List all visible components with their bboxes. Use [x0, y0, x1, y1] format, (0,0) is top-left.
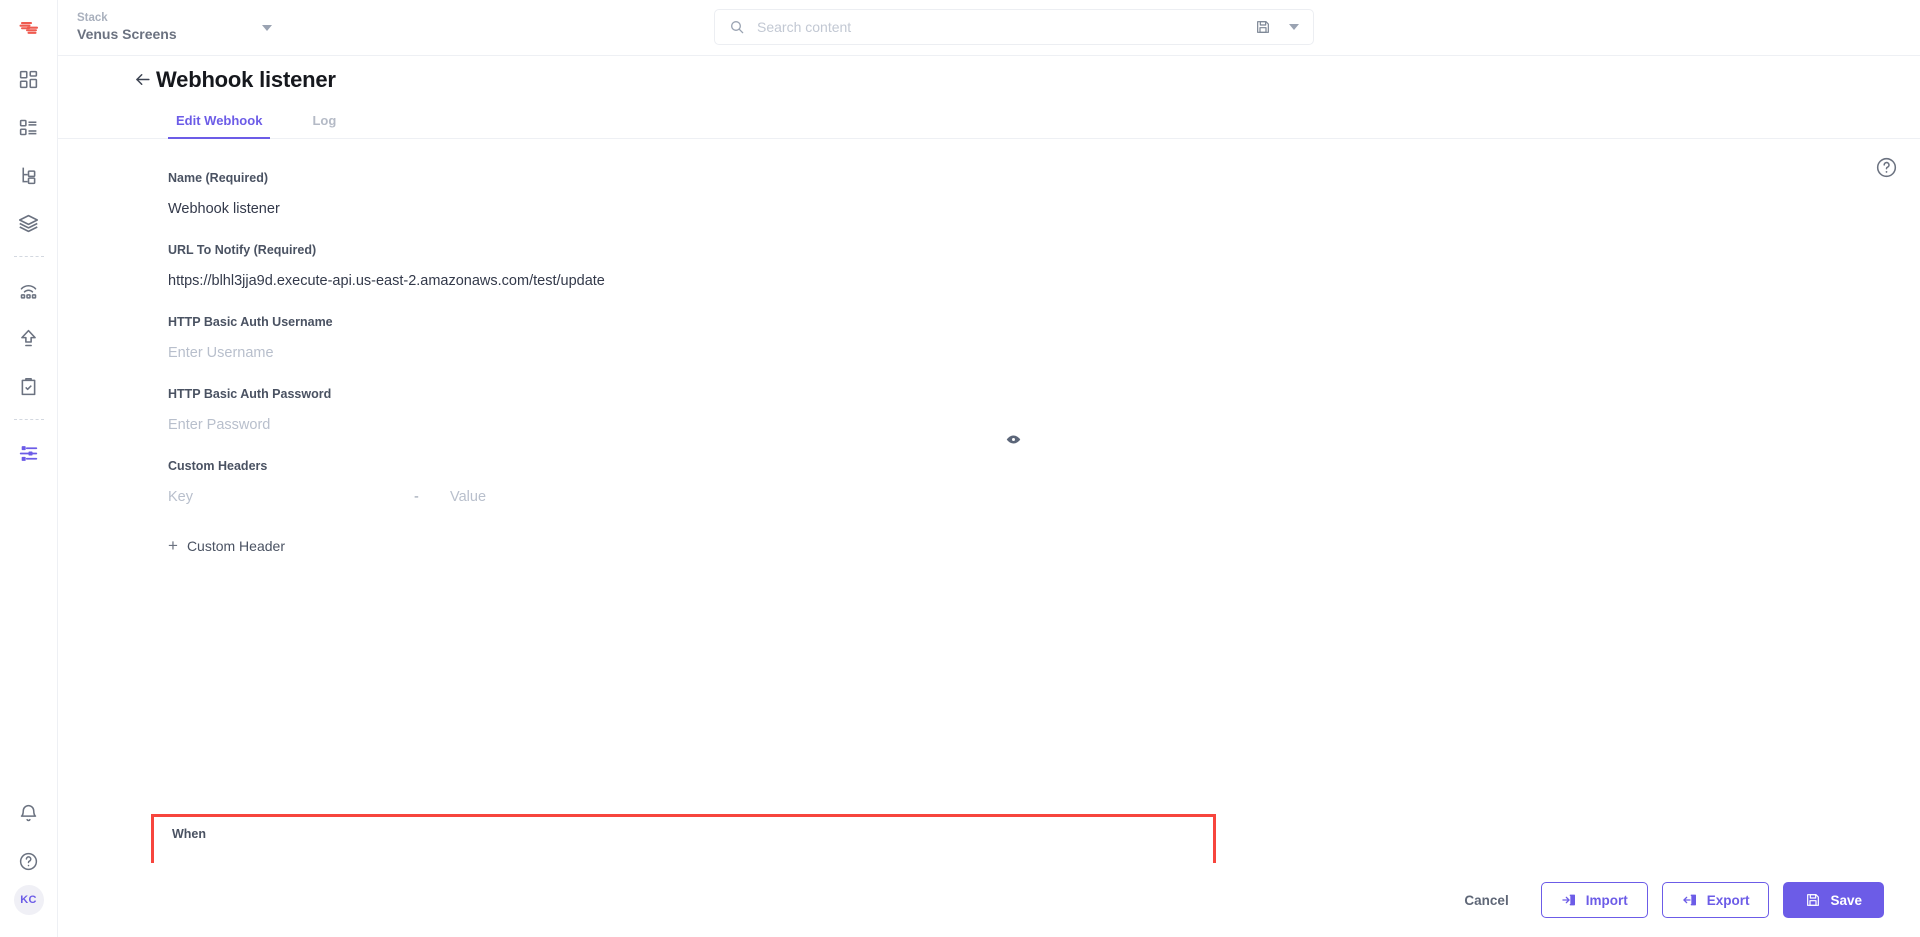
help-circle-icon	[19, 852, 38, 870]
password-input[interactable]: Enter Password	[168, 417, 1198, 433]
save-disk-icon	[1805, 892, 1821, 908]
custom-header-row: Key - Value	[168, 489, 1198, 505]
sidebar-item-content-types[interactable]	[9, 103, 49, 151]
import-button-label: Import	[1585, 892, 1628, 908]
stack-selector-text: Stack Venus Screens	[77, 11, 177, 44]
settings-sliders-icon	[19, 445, 38, 461]
url-input[interactable]: https://blhl3jja9d.execute-api.us-east-2…	[168, 273, 1198, 289]
field-name: Name (Required) Webhook listener	[168, 171, 1198, 217]
stack-name: Venus Screens	[77, 26, 177, 43]
sidebar-items	[0, 55, 57, 477]
main-column: Stack Venus Screens Search content Webho…	[58, 0, 1920, 937]
export-arrow-icon	[1682, 892, 1698, 908]
field-label-username: HTTP Basic Auth Username	[168, 315, 333, 329]
sidebar-divider-2	[13, 419, 44, 420]
add-custom-header-button[interactable]: + Custom Header	[168, 537, 285, 554]
page-title: Webhook listener	[156, 66, 336, 92]
contentstack-logo	[19, 21, 38, 34]
field-label-url: URL To Notify (Required)	[168, 243, 317, 257]
export-button[interactable]: Export	[1661, 882, 1770, 918]
custom-header-value-input[interactable]: Value	[450, 489, 486, 505]
stack-layers-icon	[18, 214, 39, 232]
help-button[interactable]	[9, 837, 49, 885]
add-custom-header-label: Custom Header	[186, 537, 285, 554]
when-label: When	[172, 827, 207, 841]
cancel-button[interactable]: Cancel	[1446, 882, 1526, 918]
field-username: HTTP Basic Auth Username Enter Username	[168, 315, 1198, 361]
page-header: Webhook listener	[58, 55, 1920, 103]
field-label-password: HTTP Basic Auth Password	[168, 387, 332, 401]
export-button-label: Export	[1706, 892, 1750, 908]
avatar[interactable]: KC	[13, 885, 44, 915]
sidebar-bottom: KC	[9, 789, 49, 937]
help-circle-icon[interactable]	[1875, 156, 1898, 179]
left-sidebar: KC	[0, 0, 58, 937]
logo-container[interactable]	[0, 0, 57, 55]
sidebar-item-releases[interactable]	[9, 266, 49, 314]
save-search-icon[interactable]	[1255, 19, 1271, 35]
top-bar: Stack Venus Screens	[58, 0, 1920, 55]
eye-icon[interactable]	[1005, 431, 1022, 448]
field-url: URL To Notify (Required) https://blhl3jj…	[168, 243, 1198, 289]
sidebar-item-workflows[interactable]	[9, 362, 49, 410]
custom-header-separator: -	[414, 489, 419, 505]
notifications-button[interactable]	[9, 789, 49, 837]
sidebar-item-taxonomy[interactable]	[9, 151, 49, 199]
field-label-custom-headers: Custom Headers	[168, 459, 268, 473]
field-custom-headers: Custom Headers Key - Value	[168, 459, 1198, 505]
search-icon	[729, 19, 745, 35]
footer-actions: Cancel Import Export Save	[58, 863, 1920, 937]
plus-icon: +	[168, 536, 178, 555]
caret-down-icon	[262, 25, 272, 32]
dashboard-icon	[19, 70, 38, 88]
content-types-icon	[19, 119, 37, 135]
releases-icon	[20, 284, 37, 299]
taxonomy-icon	[22, 167, 36, 184]
webhook-form: Name (Required) Webhook listener URL To …	[58, 139, 1920, 556]
tab-edit-webhook[interactable]: Edit Webhook	[168, 113, 271, 139]
tab-log[interactable]: Log	[304, 113, 344, 139]
app-root: KC Stack Venus Screens Search content We…	[0, 0, 1920, 937]
tab-bar: Edit Webhook Log	[58, 103, 1920, 139]
import-arrow-icon	[1561, 892, 1577, 908]
sidebar-item-settings[interactable]	[9, 429, 49, 477]
field-label-name: Name (Required)	[168, 171, 269, 185]
search-input[interactable]	[757, 19, 1255, 35]
save-button[interactable]: Save	[1783, 882, 1884, 918]
search-bar[interactable]	[714, 9, 1314, 45]
bell-icon	[20, 804, 37, 821]
publish-queue-icon	[21, 329, 36, 346]
back-arrow-icon[interactable]	[133, 70, 152, 89]
name-input[interactable]: Webhook listener	[168, 201, 1198, 217]
content-area: Name (Required) Webhook listener URL To …	[58, 139, 1920, 937]
custom-header-key-input[interactable]: Key	[168, 489, 414, 505]
import-button[interactable]: Import	[1540, 882, 1648, 918]
stack-label: Stack	[77, 12, 108, 25]
sidebar-item-dashboard[interactable]	[9, 55, 49, 103]
stack-selector[interactable]: Stack Venus Screens	[77, 11, 292, 44]
search-scope-caret-icon[interactable]	[1289, 24, 1299, 30]
sidebar-divider-1	[13, 256, 44, 257]
sidebar-item-assets[interactable]	[9, 199, 49, 247]
sidebar-item-publish-queue[interactable]	[9, 314, 49, 362]
username-input[interactable]: Enter Username	[168, 345, 1198, 361]
field-password: HTTP Basic Auth Password Enter Password	[168, 387, 1198, 444]
workflow-icon	[21, 377, 36, 395]
save-button-label: Save	[1830, 892, 1862, 908]
